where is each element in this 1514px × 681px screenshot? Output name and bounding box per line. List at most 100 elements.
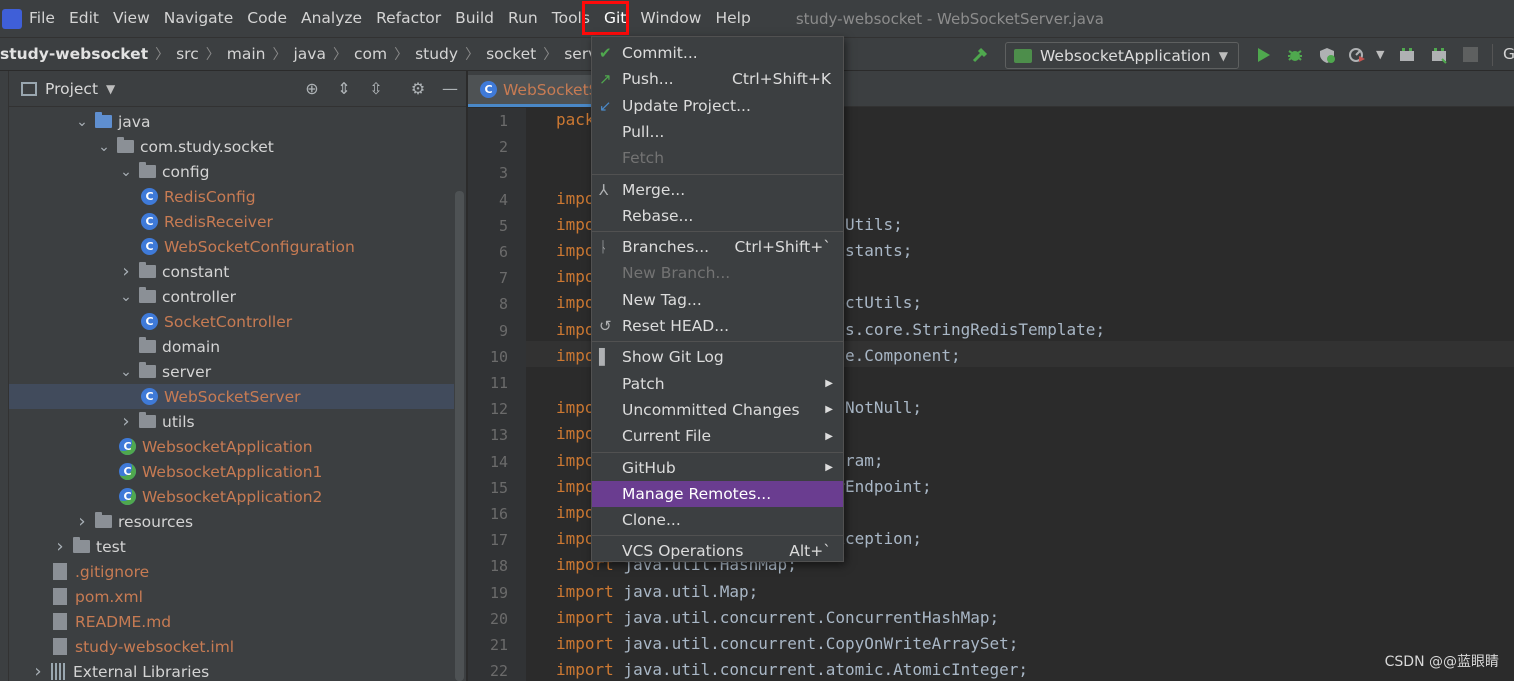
tree-item[interactable]: C WebsocketApplication: [9, 434, 454, 459]
git-menu-item[interactable]: ▌ Show Git Log: [592, 344, 843, 370]
profiler-dropdown-icon[interactable]: ▼: [1376, 48, 1384, 61]
git-menu-item[interactable]: New Tag...: [592, 287, 843, 313]
tree-item[interactable]: domain: [9, 334, 454, 359]
menu-shortcut: Alt+`: [789, 542, 831, 561]
menu-edit[interactable]: Edit: [62, 0, 106, 37]
run-config-label: WebsocketApplication: [1040, 46, 1211, 65]
file-icon: [53, 563, 67, 580]
git-menu-item[interactable]: Current File ▶: [592, 423, 843, 449]
tree-item[interactable]: › External Libraries: [9, 659, 454, 681]
git-menu-item[interactable]: ✔ Commit...: [592, 40, 843, 66]
gear-icon[interactable]: ⚙: [409, 80, 427, 98]
coverage-shield-icon[interactable]: [1318, 46, 1336, 64]
menu-window[interactable]: Window: [633, 0, 708, 37]
git-menu-item[interactable]: ↙ Update Project...: [592, 93, 843, 119]
git-menu-item[interactable]: ⅄ Merge...: [592, 177, 843, 203]
breadcrumb-item[interactable]: java: [293, 45, 325, 63]
chevron-down-icon[interactable]: ⌄: [119, 364, 133, 380]
tree-item[interactable]: ⌄ java: [9, 109, 454, 134]
hide-panel-icon[interactable]: —: [441, 80, 459, 98]
chevron-down-icon[interactable]: ⌄: [119, 164, 133, 180]
git-menu-item[interactable]: ᚿ Branches... Ctrl+Shift+`: [592, 234, 843, 260]
tree-item[interactable]: › resources: [9, 509, 454, 534]
tree-item[interactable]: C RedisReceiver: [9, 209, 454, 234]
menu-analyze[interactable]: Analyze: [294, 0, 369, 37]
build-hammer-icon[interactable]: [971, 46, 989, 64]
menu-code[interactable]: Code: [240, 0, 294, 37]
git-toolbar-label[interactable]: G: [1503, 45, 1514, 63]
menu-navigate[interactable]: Navigate: [157, 0, 241, 37]
git-menu-item[interactable]: Pull...: [592, 119, 843, 145]
tree-item[interactable]: .gitignore: [9, 559, 454, 584]
breadcrumb-item[interactable]: src: [176, 45, 199, 63]
tree-item[interactable]: › test: [9, 534, 454, 559]
line-number: 5: [498, 216, 508, 235]
git-menu-item[interactable]: ↗ Push... Ctrl+Shift+K: [592, 66, 843, 92]
code-line: import java.util.concurrent.atomic.Atomi…: [556, 660, 1028, 679]
tree-item[interactable]: study-websocket.iml: [9, 634, 454, 659]
tree-item[interactable]: C WebsocketApplication2: [9, 484, 454, 509]
breadcrumb-item[interactable]: main: [227, 45, 266, 63]
chevron-down-icon[interactable]: ▼: [106, 82, 115, 96]
tree-item[interactable]: pom.xml: [9, 584, 454, 609]
tree-item[interactable]: C RedisConfig: [9, 184, 454, 209]
run-configuration-select[interactable]: WebsocketApplication ▼: [1005, 42, 1239, 69]
chevron-right-icon[interactable]: ›: [53, 536, 67, 557]
menu-run[interactable]: Run: [501, 0, 545, 37]
git-menu-item[interactable]: GitHub ▶: [592, 455, 843, 481]
menu-build[interactable]: Build: [448, 0, 501, 37]
tree-scrollbar[interactable]: [455, 191, 464, 681]
collapse-all-icon[interactable]: ⇳: [367, 80, 385, 98]
chevron-right-icon[interactable]: ›: [31, 661, 45, 681]
git-menu-item[interactable]: Patch ▶: [592, 371, 843, 397]
git-menu-item[interactable]: Rebase...: [592, 203, 843, 229]
build-artifacts-icon[interactable]: [1430, 46, 1448, 64]
git-menu-item[interactable]: Manage Remotes...: [592, 480, 843, 507]
tree-item[interactable]: ⌄ server: [9, 359, 454, 384]
breadcrumb-item[interactable]: com: [354, 45, 387, 63]
profiler-icon[interactable]: [1348, 46, 1366, 64]
project-panel: Project ▼ ⊕ ⇕ ⇳ ⚙ — ⌄ java ⌄ com.study.sock…: [9, 71, 467, 681]
code-text: java.util.Map;: [613, 581, 759, 601]
code-keyword: import: [556, 634, 614, 653]
breadcrumb-item[interactable]: study: [415, 45, 458, 63]
tree-item[interactable]: C SocketController: [9, 309, 454, 334]
tree-item[interactable]: C WebSocketServer: [9, 384, 454, 409]
debug-bug-icon[interactable]: [1286, 46, 1304, 64]
git-menu-item[interactable]: VCS Operations Alt+`: [592, 538, 843, 564]
breadcrumb-item[interactable]: socket: [486, 45, 536, 63]
tree-item[interactable]: ⌄ controller: [9, 284, 454, 309]
chevron-right-icon[interactable]: ›: [119, 261, 133, 282]
menu-file[interactable]: File: [22, 0, 62, 37]
chevron-down-icon[interactable]: ⌄: [75, 114, 89, 130]
tree-item[interactable]: C WebsocketApplication1: [9, 459, 454, 484]
breadcrumb-item[interactable]: study-websocket: [0, 45, 148, 63]
menu-refactor[interactable]: Refactor: [369, 0, 448, 37]
tree-item[interactable]: ⌄ config: [9, 159, 454, 184]
expand-all-icon[interactable]: ⇕: [335, 80, 353, 98]
tree-item[interactable]: › utils: [9, 409, 454, 434]
git-menu-item[interactable]: Clone...: [592, 507, 843, 533]
chevron-down-icon[interactable]: ⌄: [119, 289, 133, 305]
menu-view[interactable]: View: [106, 0, 157, 37]
chevron-down-icon[interactable]: ⌄: [97, 139, 111, 155]
run-icon[interactable]: [1254, 46, 1272, 64]
menu-item-label: Patch: [622, 374, 665, 393]
stop-icon[interactable]: [1463, 47, 1478, 62]
tree-item[interactable]: C WebSocketConfiguration: [9, 234, 454, 259]
tab-websocketserver[interactable]: C WebSocketS: [468, 75, 611, 107]
tree-item[interactable]: › constant: [9, 259, 454, 284]
menu-help[interactable]: Help: [708, 0, 757, 37]
tree-item[interactable]: README.md: [9, 609, 454, 634]
attach-debugger-icon[interactable]: [1398, 46, 1416, 64]
chevron-right-icon[interactable]: ›: [119, 411, 133, 432]
git-menu-item[interactable]: Uncommitted Changes ▶: [592, 397, 843, 423]
git-menu-item[interactable]: ↺ Reset HEAD...: [592, 313, 843, 339]
project-panel-title[interactable]: Project: [45, 80, 98, 98]
menu-item-label: Manage Remotes...: [622, 484, 772, 503]
menu-item-label: Branches...: [622, 238, 710, 257]
chevron-right-icon[interactable]: ›: [75, 511, 89, 532]
tree-item[interactable]: ⌄ com.study.socket: [9, 134, 454, 159]
breadcrumb-separator-icon: 〉: [272, 47, 287, 63]
locate-file-icon[interactable]: ⊕: [303, 80, 321, 98]
